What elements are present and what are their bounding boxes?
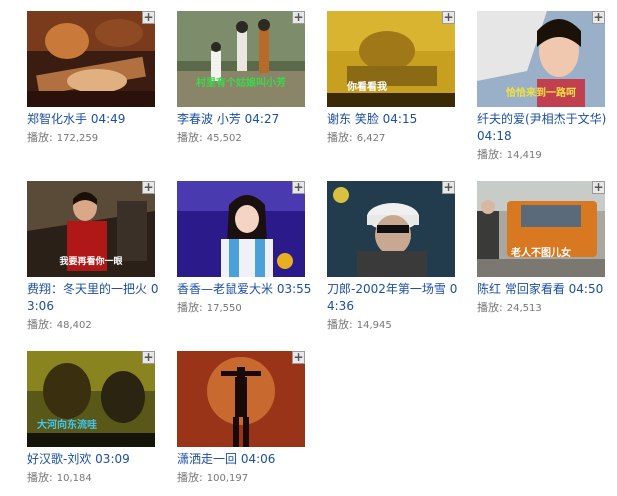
thumbnail-image <box>27 351 155 447</box>
video-grid: + 郑智化水手 04:49 播放: 172,259 村里有个姑娘叫小芳 + 李春波… <box>0 0 617 496</box>
thumbnail-image <box>177 181 305 277</box>
add-to-playlist-button[interactable]: + <box>292 181 305 194</box>
thumbnail-image <box>477 181 605 277</box>
video-item: + 香香—老鼠爱大米 03:55 播放: 17,550 <box>177 181 312 316</box>
video-title-link[interactable]: 好汉歌-刘欢 03:09 <box>27 451 162 468</box>
thumbnail-caption: 我要再看你一眼 <box>59 257 123 267</box>
thumbnail-caption: 恰恰来到一路呵 <box>506 88 576 99</box>
video-title-link[interactable]: 纤夫的爱(尹相杰于文华) 04:18 <box>477 111 612 145</box>
play-count: 播放: 17,550 <box>177 301 242 314</box>
video-title-link[interactable]: 郑智化水手 04:49 <box>27 111 162 128</box>
video-title-link[interactable]: 潇洒走一回 04:06 <box>177 451 312 468</box>
video-title-link[interactable]: 香香—老鼠爱大米 03:55 <box>177 281 312 298</box>
thumbnail-caption: 大河向东流哇 <box>37 420 97 431</box>
play-count: 播放: 14,945 <box>327 318 392 331</box>
video-item: + 潇洒走一回 04:06 播放: 100,197 <box>177 351 312 486</box>
video-item: 村里有个姑娘叫小芳 + 李春波 小芳 04:27 播放: 45,502 <box>177 11 312 146</box>
add-to-playlist-button[interactable]: + <box>292 11 305 24</box>
play-count: 播放: 45,502 <box>177 131 242 144</box>
play-count: 播放: 10,184 <box>27 471 92 484</box>
add-to-playlist-button[interactable]: + <box>442 181 455 194</box>
thumbnail-caption: 村里有个姑娘叫小芳 <box>196 78 286 89</box>
add-to-playlist-button[interactable]: + <box>592 11 605 24</box>
add-to-playlist-button[interactable]: + <box>142 181 155 194</box>
video-title-link[interactable]: 费翔：冬天里的一把火 03:06 <box>27 281 162 315</box>
video-thumbnail[interactable]: 你看看我 + <box>327 11 455 107</box>
play-count: 播放: 48,402 <box>27 318 92 331</box>
thumbnail-caption: 你看看我 <box>347 82 387 93</box>
play-count: 播放: 14,419 <box>477 148 542 161</box>
video-thumbnail[interactable]: + <box>177 351 305 447</box>
video-item: 老人不图儿女 + 陈红 常回家看看 04:50 播放: 24,513 <box>477 181 612 316</box>
add-to-playlist-button[interactable]: + <box>442 11 455 24</box>
video-item: + 刀郎-2002年第一场雪 04:36 播放: 14,945 <box>327 181 462 333</box>
video-thumbnail[interactable]: 恰恰来到一路呵 + <box>477 11 605 107</box>
play-count: 播放: 172,259 <box>27 131 99 144</box>
video-item: 我要再看你一眼 + 费翔：冬天里的一把火 03:06 播放: 48,402 <box>27 181 162 333</box>
play-count: 播放: 24,513 <box>477 301 542 314</box>
video-title-link[interactable]: 刀郎-2002年第一场雪 04:36 <box>327 281 462 315</box>
video-thumbnail[interactable]: + <box>177 181 305 277</box>
thumbnail-caption: 老人不图儿女 <box>511 248 571 259</box>
play-count: 播放: 100,197 <box>177 471 249 484</box>
video-item: + 郑智化水手 04:49 播放: 172,259 <box>27 11 162 146</box>
play-count: 播放: 6,427 <box>327 131 386 144</box>
video-thumbnail[interactable]: 老人不图儿女 + <box>477 181 605 277</box>
add-to-playlist-button[interactable]: + <box>142 351 155 364</box>
video-item: 大河向东流哇 + 好汉歌-刘欢 03:09 播放: 10,184 <box>27 351 162 486</box>
video-thumbnail[interactable]: 村里有个姑娘叫小芳 + <box>177 11 305 107</box>
video-title-link[interactable]: 陈红 常回家看看 04:50 <box>477 281 612 298</box>
video-thumbnail[interactable]: + <box>27 11 155 107</box>
video-item: 恰恰来到一路呵 + 纤夫的爱(尹相杰于文华) 04:18 播放: 14,419 <box>477 11 612 163</box>
add-to-playlist-button[interactable]: + <box>592 181 605 194</box>
thumbnail-image <box>177 351 305 447</box>
video-title-link[interactable]: 谢东 笑脸 04:15 <box>327 111 462 128</box>
add-to-playlist-button[interactable]: + <box>292 351 305 364</box>
thumbnail-image <box>27 11 155 107</box>
thumbnail-image <box>177 11 305 107</box>
video-thumbnail[interactable]: 大河向东流哇 + <box>27 351 155 447</box>
add-to-playlist-button[interactable]: + <box>142 11 155 24</box>
video-thumbnail[interactable]: 我要再看你一眼 + <box>27 181 155 277</box>
thumbnail-image <box>327 181 455 277</box>
video-item: 你看看我 + 谢东 笑脸 04:15 播放: 6,427 <box>327 11 462 146</box>
video-thumbnail[interactable]: + <box>327 181 455 277</box>
video-title-link[interactable]: 李春波 小芳 04:27 <box>177 111 312 128</box>
